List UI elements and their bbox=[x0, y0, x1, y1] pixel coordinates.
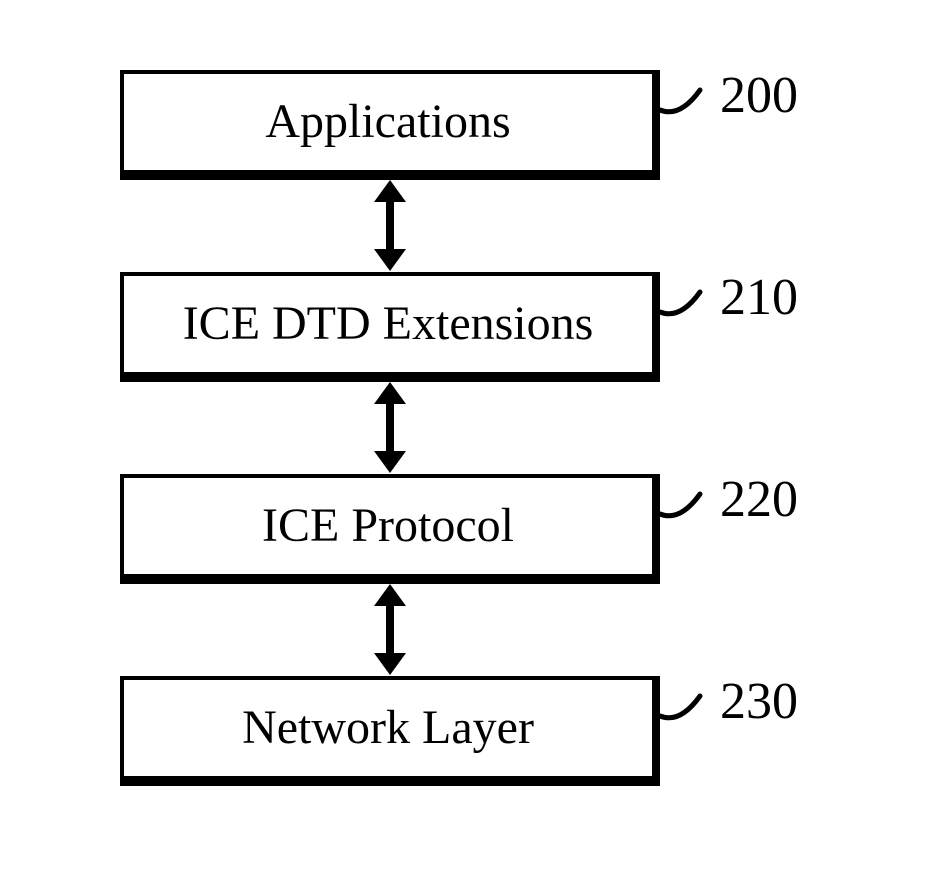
ref-230: 230 bbox=[720, 676, 798, 728]
arrow-applications-extensions bbox=[386, 198, 394, 253]
box-network-layer: Network Layer bbox=[120, 676, 660, 786]
arrow-extensions-protocol bbox=[386, 400, 394, 455]
callout-200 bbox=[660, 80, 720, 120]
callout-210 bbox=[660, 282, 720, 322]
callout-220 bbox=[660, 484, 720, 524]
box-ice-dtd-extensions-label: ICE DTD Extensions bbox=[183, 300, 594, 348]
ref-200: 200 bbox=[720, 70, 798, 122]
arrow-protocol-network bbox=[386, 602, 394, 657]
box-applications: Applications bbox=[120, 70, 660, 180]
box-ice-protocol: ICE Protocol bbox=[120, 474, 660, 584]
ref-210: 210 bbox=[720, 272, 798, 324]
box-network-layer-label: Network Layer bbox=[242, 704, 534, 752]
ref-220: 220 bbox=[720, 474, 798, 526]
box-ice-protocol-label: ICE Protocol bbox=[262, 502, 514, 550]
box-ice-dtd-extensions: ICE DTD Extensions bbox=[120, 272, 660, 382]
layer-stack-diagram: Applications 200 ICE DTD Extensions 210 … bbox=[0, 0, 951, 874]
callout-230 bbox=[660, 686, 720, 726]
box-applications-label: Applications bbox=[265, 98, 510, 146]
